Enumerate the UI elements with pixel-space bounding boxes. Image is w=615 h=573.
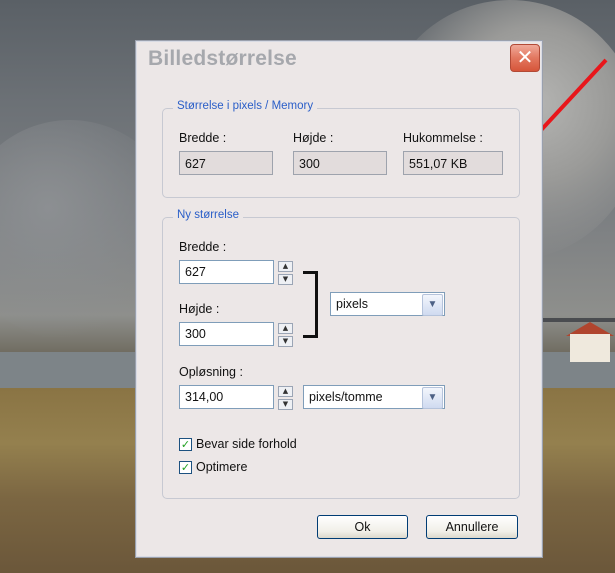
new-size-group: Ny størrelse Bredde : 627 ▲ ▼ Højde : 30…	[162, 209, 520, 499]
memory-label: Hukommelse :	[403, 131, 483, 145]
current-width-label: Bredde :	[179, 131, 227, 145]
spin-down-icon[interactable]: ▼	[278, 274, 293, 285]
spin-up-icon[interactable]: ▲	[278, 386, 293, 397]
chevron-down-icon[interactable]: ▼	[422, 294, 443, 316]
new-height-input[interactable]: 300	[179, 322, 274, 346]
new-width-label: Bredde :	[179, 240, 227, 254]
spin-up-icon[interactable]: ▲	[278, 261, 293, 272]
current-height-value: 300	[293, 151, 387, 175]
size-unit-value: pixels	[336, 297, 368, 311]
dialog-title: Billedstørrelse	[148, 47, 297, 70]
image-size-dialog: Billedstørrelse ✕ Størrelse i pixels / M…	[135, 40, 543, 558]
optimize-checkbox[interactable]: ✓	[179, 461, 192, 474]
resolution-unit-value: pixels/tomme	[309, 390, 383, 404]
ok-button[interactable]: Ok	[317, 515, 408, 539]
spin-down-icon[interactable]: ▼	[278, 399, 293, 410]
resolution-input[interactable]: 314,00	[179, 385, 274, 409]
resolution-label: Opløsning :	[179, 365, 243, 379]
cancel-button[interactable]: Annullere	[426, 515, 518, 539]
spin-down-icon[interactable]: ▼	[278, 336, 293, 347]
new-width-input[interactable]: 627	[179, 260, 274, 284]
keep-ratio-label[interactable]: Bevar side forhold	[196, 437, 297, 451]
current-height-label: Højde :	[293, 131, 334, 145]
memory-group: Størrelse i pixels / Memory Bredde : 627…	[162, 100, 520, 198]
link-bracket	[303, 271, 318, 338]
close-button[interactable]: ✕	[510, 44, 540, 72]
new-height-label: Højde :	[179, 302, 220, 316]
resolution-unit-select[interactable]: pixels/tomme ▼	[303, 385, 445, 409]
width-spinner[interactable]: ▲ ▼	[278, 261, 293, 285]
memory-value: 551,07 KB	[403, 151, 503, 175]
resolution-spinner[interactable]: ▲ ▼	[278, 386, 293, 410]
spin-up-icon[interactable]: ▲	[278, 323, 293, 334]
current-width-value: 627	[179, 151, 273, 175]
new-size-group-title: Ny størrelse	[173, 209, 243, 221]
keep-ratio-checkbox[interactable]: ✓	[179, 438, 192, 451]
optimize-label[interactable]: Optimere	[196, 460, 247, 474]
size-unit-select[interactable]: pixels ▼	[330, 292, 445, 316]
memory-group-title: Størrelse i pixels / Memory	[173, 100, 318, 112]
chevron-down-icon[interactable]: ▼	[422, 387, 443, 409]
height-spinner[interactable]: ▲ ▼	[278, 323, 293, 347]
